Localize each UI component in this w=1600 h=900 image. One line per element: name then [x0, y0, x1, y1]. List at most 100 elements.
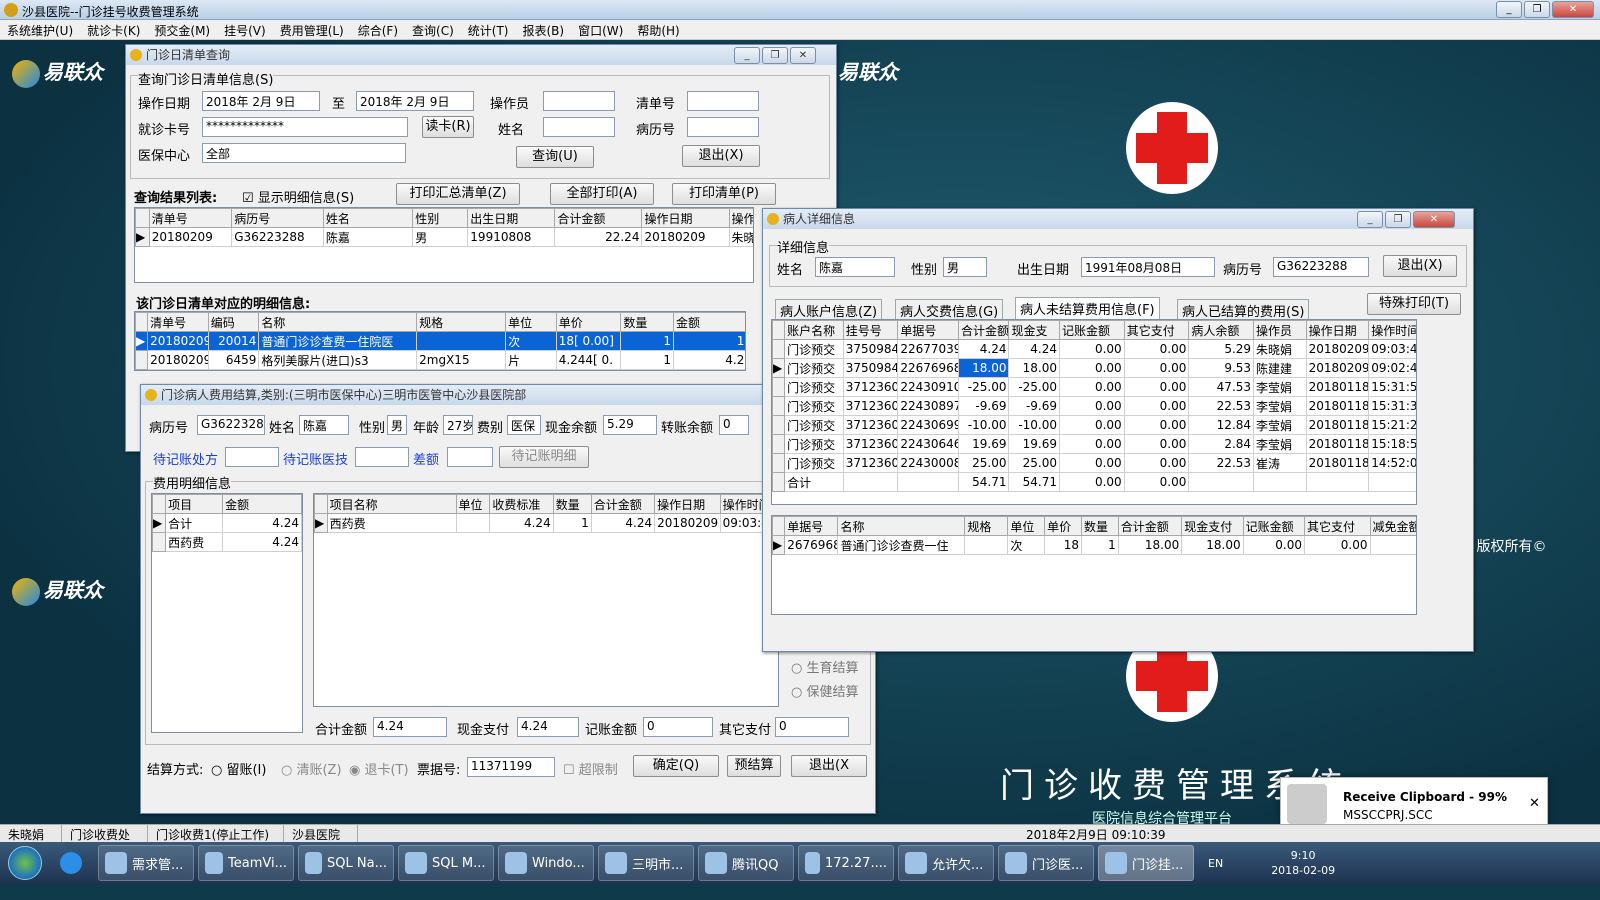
- settle-exit-button[interactable]: 退出(X: [791, 755, 867, 777]
- pending-presc-link[interactable]: 待记账处方: [153, 449, 218, 468]
- diff-field[interactable]: [447, 447, 493, 467]
- column-header[interactable]: 数量: [620, 312, 675, 332]
- close-icon[interactable]: ✕: [1413, 211, 1455, 228]
- menu-item[interactable]: 挂号(V): [217, 20, 273, 39]
- column-header[interactable]: 金额: [222, 494, 302, 514]
- ie-icon[interactable]: [54, 845, 94, 881]
- print-list-button[interactable]: 打印清单(P): [672, 183, 776, 205]
- menu-item[interactable]: 费用管理(L): [273, 20, 351, 39]
- column-header[interactable]: 记账金额: [1242, 516, 1306, 536]
- menu-item[interactable]: 帮助(H): [630, 20, 686, 39]
- column-header[interactable]: 性别: [412, 208, 469, 228]
- column-header[interactable]: 规格: [416, 312, 507, 332]
- column-header[interactable]: 合计金额: [590, 494, 656, 514]
- birth-settle-radio[interactable]: ○ 生育结算: [791, 657, 859, 676]
- column-header[interactable]: 合计金额: [1117, 516, 1183, 536]
- other-field[interactable]: 0: [775, 717, 849, 737]
- pending-presc-field[interactable]: [225, 447, 279, 467]
- age-field[interactable]: 27岁: [443, 415, 473, 435]
- column-header[interactable]: 姓名: [322, 208, 414, 228]
- column-header[interactable]: 其它支付: [1304, 516, 1371, 536]
- transfer-field[interactable]: 0: [719, 415, 749, 435]
- name-field[interactable]: 陈嘉: [815, 257, 895, 277]
- show-detail-checkbox[interactable]: ☑ 显示明细信息(S): [242, 187, 354, 206]
- read-card-button[interactable]: 读卡(R): [422, 116, 474, 138]
- date-to-field[interactable]: 2018年 2月 9日: [356, 91, 474, 111]
- column-header[interactable]: 单位: [505, 312, 557, 332]
- column-header[interactable]: 项目: [165, 494, 224, 514]
- presettle-button[interactable]: 预结算: [727, 755, 781, 777]
- column-header[interactable]: 名称: [258, 312, 418, 332]
- sex-field[interactable]: 男: [387, 415, 407, 435]
- close-icon[interactable]: ✕: [1552, 1, 1594, 18]
- exit-button[interactable]: 退出(X): [1383, 255, 1457, 277]
- overlimit-checkbox[interactable]: ☐ 超限制: [563, 759, 618, 778]
- menu-item[interactable]: 查询(C): [405, 20, 461, 39]
- column-header[interactable]: 金额: [673, 312, 745, 332]
- column-header[interactable]: 清单号: [148, 208, 233, 228]
- table-row[interactable]: ▶ 20180209 G36223288 陈嘉男 19910808 22.24 201802…: [135, 227, 753, 247]
- tab-payment[interactable]: 病人交费信息(G): [895, 299, 1004, 321]
- query-button[interactable]: 查询(U): [516, 146, 594, 168]
- column-header[interactable]: 操作日期: [654, 494, 721, 514]
- cash-pay-field[interactable]: 4.24: [517, 717, 579, 737]
- column-header[interactable]: 病人余额: [1188, 320, 1255, 340]
- column-header[interactable]: 现金支付: [1181, 516, 1244, 536]
- taskbar-item[interactable]: 三明市...: [598, 845, 694, 881]
- close-icon[interactable]: ✕: [790, 47, 816, 64]
- table-row[interactable]: ▶2018020920014普通门诊诊查费一住院医次18[ 0.00]118: [135, 331, 745, 351]
- column-header[interactable]: 挂号号: [842, 320, 899, 340]
- column-header[interactable]: 操作日期: [1305, 320, 1370, 340]
- table-row[interactable]: 20180209 6459 格列美脲片(进口)s3 2mgX15 片 4.244[ 0. 1…: [135, 350, 745, 370]
- taskbar-item[interactable]: 门诊医...: [998, 845, 1094, 881]
- table-row[interactable]: ▶ 门诊预交 3750984 22676968 18.00 18.00 0.00 0.00 9.…: [772, 358, 1416, 378]
- table-row[interactable]: 门诊预交 3712360 22430897 -9.69 -9.69 0.00 0.00 22.…: [772, 396, 1416, 416]
- table-row[interactable]: 门诊预交 3712360 22430910 -25.00 -25.00 0.00 0.00 4…: [772, 377, 1416, 397]
- column-header[interactable]: 数量: [1080, 516, 1119, 536]
- taskbar-item[interactable]: SQL M...: [398, 845, 494, 881]
- table-row[interactable]: 门诊预交 3712360 22430699 -10.00 -10.00 0.00 0.00 1…: [772, 415, 1416, 435]
- taskbar-item[interactable]: SQL Na...: [298, 845, 394, 881]
- record-field[interactable]: G36223288: [197, 415, 265, 435]
- restore-icon[interactable]: ❐: [762, 47, 788, 64]
- acct-field[interactable]: 0: [643, 717, 713, 737]
- diff-link[interactable]: 差额: [413, 449, 439, 468]
- ticket-field[interactable]: 11371199: [467, 757, 555, 777]
- restore-icon[interactable]: ❐: [1385, 211, 1411, 228]
- method-radio-3[interactable]: ◉ 退卡(T): [349, 759, 409, 778]
- column-header[interactable]: 账户名称: [784, 320, 844, 340]
- column-header[interactable]: 单据号: [897, 320, 959, 340]
- taskbar-item[interactable]: 门诊挂...: [1098, 845, 1194, 881]
- table-row[interactable]: 门诊预交 3712360 22430008 25.00 25.00 0.00 0.00 22.…: [772, 453, 1416, 473]
- special-print-button[interactable]: 特殊打印(T): [1367, 293, 1461, 315]
- column-header[interactable]: 单位: [455, 494, 491, 514]
- minimize-icon[interactable]: _: [1496, 1, 1522, 18]
- menu-item[interactable]: 统计(T): [461, 20, 516, 39]
- sex-field[interactable]: 男: [943, 257, 987, 277]
- start-button[interactable]: [0, 843, 50, 883]
- method-radio-2[interactable]: ○ 清账(Z): [281, 759, 342, 778]
- menu-item[interactable]: 报表(B): [515, 20, 571, 39]
- minimize-icon[interactable]: _: [1357, 211, 1383, 228]
- operator-field[interactable]: [543, 91, 615, 111]
- taskbar-item[interactable]: 需求管...: [98, 845, 194, 881]
- column-header[interactable]: 操作时间: [1368, 320, 1416, 340]
- column-header[interactable]: 合计金额: [554, 208, 643, 228]
- column-header[interactable]: 操作员: [728, 208, 753, 228]
- pending-tech-field[interactable]: [355, 447, 409, 467]
- column-header[interactable]: 记账金额: [1059, 320, 1125, 340]
- column-header[interactable]: 单价: [555, 312, 622, 332]
- exit-button[interactable]: 退出(X): [682, 145, 760, 167]
- minimize-icon[interactable]: _: [734, 47, 760, 64]
- print-summary-button[interactable]: 打印汇总清单(Z): [396, 183, 520, 205]
- list-no-field[interactable]: [687, 91, 759, 111]
- menu-item[interactable]: 综合(F): [351, 20, 405, 39]
- total-row[interactable]: 合计 54.71 54.71 0.00 0.00: [772, 472, 1416, 492]
- column-header[interactable]: 单价: [1044, 516, 1082, 536]
- method-radio-1[interactable]: ○ 留账(I): [211, 759, 266, 778]
- column-header[interactable]: 数量: [552, 494, 592, 514]
- column-header[interactable]: 清单号: [147, 312, 209, 332]
- fee-field[interactable]: 医保: [507, 415, 541, 435]
- birth-field[interactable]: 1991年08月08日: [1081, 257, 1215, 277]
- column-header[interactable]: 出生日期: [467, 208, 556, 228]
